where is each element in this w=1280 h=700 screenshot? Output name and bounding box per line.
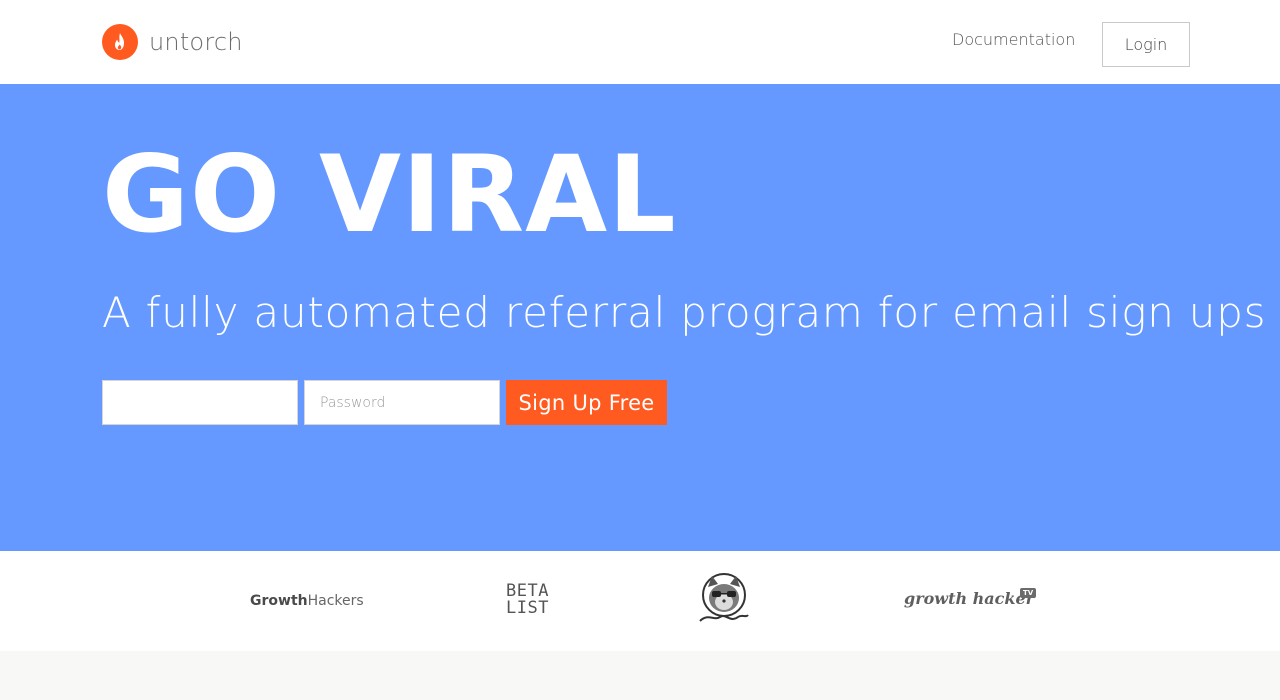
growthhackers-logo: GrowthHackers [250,593,364,609]
growthhackertv-logo: growth hacker TV [904,588,1037,608]
tv-badge: TV [1020,588,1037,598]
signup-form: Sign Up Free [102,380,667,425]
top-navigation-bar: untorch Documentation Login [0,0,1280,84]
brand-name: untorch [149,28,243,56]
product-hunt-cat-logo-icon [694,571,754,627]
betalist-logo-line2: LIST [506,598,549,618]
brand-home-link[interactable]: untorch [102,24,243,60]
betalist-logo: BETA LIST [506,583,549,617]
password-input[interactable] [304,380,500,425]
hero-section: GO VIRAL A fully automated referral prog… [0,84,1280,551]
below-fold-section [0,651,1280,700]
flame-icon [102,24,138,60]
email-input[interactable] [102,380,298,425]
sign-up-free-button[interactable]: Sign Up Free [506,380,667,425]
featured-logos-strip: GrowthHackers BETA LIST growth hacker TV [0,551,1280,651]
growthhackers-logo-bold: Growth [250,593,308,609]
growthhackers-logo-light: Hackers [307,593,364,609]
hero-subtitle: A fully automated referral program for e… [102,288,1267,337]
nav-documentation-link[interactable]: Documentation [952,30,1075,49]
growthhackertv-logo-text: growth hacker [904,589,1035,608]
login-button[interactable]: Login [1102,22,1190,67]
hero-title: GO VIRAL [102,133,677,256]
